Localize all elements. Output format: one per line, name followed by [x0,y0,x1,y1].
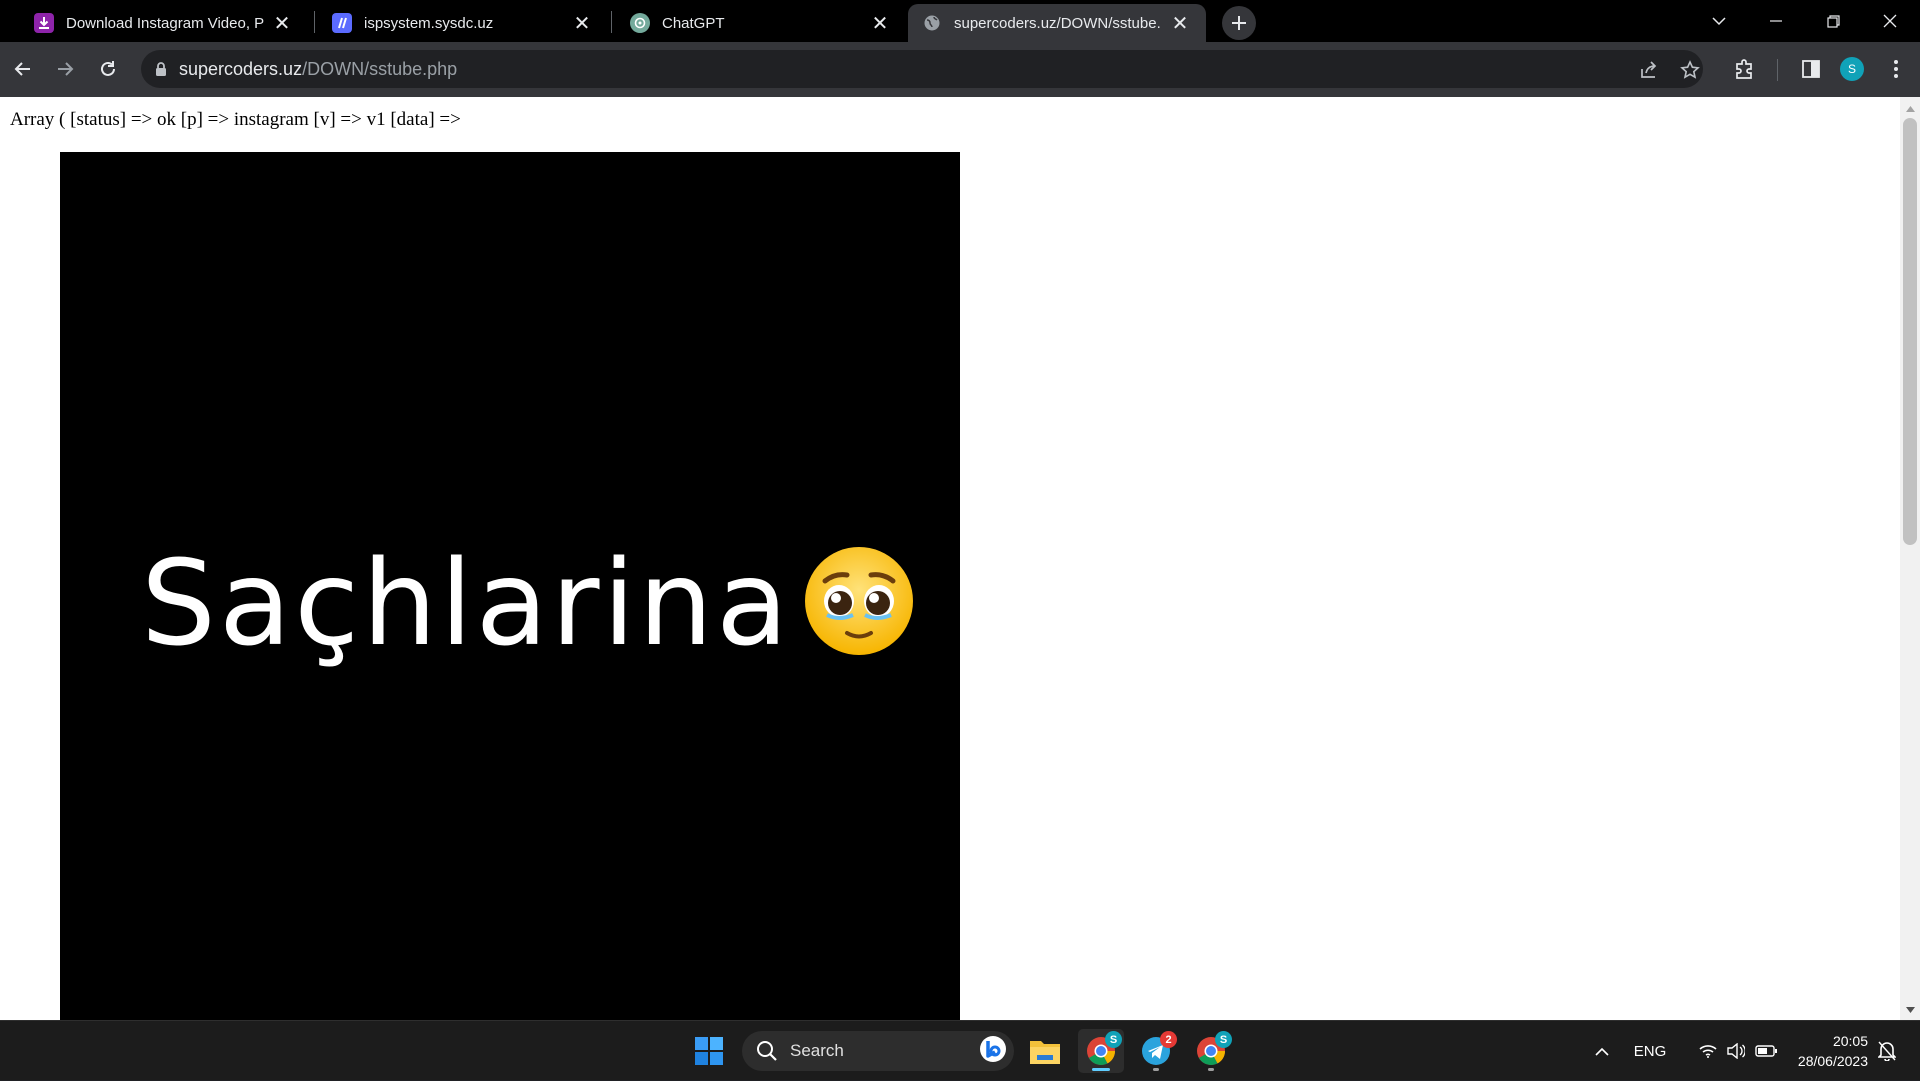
clock-date: 28/06/2023 [1797,1053,1868,1069]
globe-icon [922,13,942,33]
url-host: supercoders.uz [179,58,303,79]
side-panel-icon [1802,60,1820,78]
tab-strip: Download Instagram Video, Ph ✕ ispsystem… [0,0,1920,42]
forward-button[interactable] [48,52,82,86]
chevron-up-icon [1595,1047,1609,1056]
search-icon [757,1041,777,1061]
close-icon [1883,14,1897,28]
search-label: Search [790,1041,844,1060]
address-bar[interactable]: supercoders.uz/DOWN/sstube.php [141,50,1703,88]
restore-icon [1826,14,1840,28]
lock-icon[interactable] [155,62,167,76]
php-array-output: Array ( [status] => ok [p] => instagram … [10,109,461,130]
share-icon[interactable] [1638,59,1660,81]
minimize-button[interactable] [1748,0,1804,42]
plus-icon [1232,16,1246,30]
start-button[interactable] [686,1029,732,1073]
scroll-down-arrow-icon[interactable] [1904,1004,1916,1016]
page-content: Array ( [status] => ok [p] => instagram … [0,97,1900,1020]
show-hidden-icons-button[interactable] [1588,1021,1616,1081]
running-app-indicator [1208,1068,1214,1071]
tab-close-icon[interactable]: ✕ [270,11,294,35]
tab-chatgpt[interactable]: ChatGPT ✕ [616,4,906,42]
tab-download-instagram[interactable]: Download Instagram Video, Ph ✕ [20,4,308,42]
address-url: supercoders.uz/DOWN/sstube.php [179,59,457,80]
menu-button[interactable] [1882,55,1910,83]
url-path: /DOWN/sstube.php [302,58,458,79]
more-vert-icon [1894,60,1898,78]
telegram-icon[interactable]: 2 [1133,1029,1179,1073]
reload-icon [101,61,115,76]
chrome-profile-s-icon[interactable]: S [1078,1029,1124,1073]
minimize-icon [1770,20,1782,22]
scrollbar-thumb[interactable] [1903,118,1917,545]
chevron-down-icon [1712,17,1726,26]
tab-ispsystem[interactable]: ispsystem.sysdc.uz ✕ [318,4,608,42]
active-app-indicator [1092,1068,1110,1071]
chrome-profile-s-icon-2[interactable]: S [1188,1029,1234,1073]
taskbar-clock[interactable]: 20:05 28/06/2023 [1772,1031,1868,1071]
arrow-right-icon [58,62,74,76]
puzzle-icon [1736,59,1752,79]
clock-time: 20:05 [1832,1033,1868,1049]
back-button[interactable] [6,52,40,86]
bookmark-star-icon[interactable] [1679,59,1701,81]
tab-close-icon[interactable]: ✕ [570,11,594,35]
close-window-button[interactable] [1862,0,1918,42]
tab-title: ispsystem.sysdc.uz [364,14,494,32]
telegram-unread-badge: 2 [1160,1031,1177,1048]
tab-title: Download Instagram Video, Ph [66,14,264,32]
instagram-video[interactable]: Saçhlarina [60,152,960,1020]
chatgpt-icon [630,13,650,33]
toolbar-divider [1777,59,1778,81]
tab-title: supercoders.uz/DOWN/sstube. [954,14,1161,32]
ispsystem-icon [332,13,352,33]
tab-close-icon[interactable]: ✕ [1168,11,1192,35]
video-caption-text: Saçhlarina [141,534,792,672]
tab-supercoders[interactable]: supercoders.uz/DOWN/sstube. ✕ [908,4,1206,42]
tab-separator [314,11,315,33]
running-app-indicator [1153,1068,1159,1071]
reload-button[interactable] [91,52,125,86]
download-icon [34,13,54,33]
chrome-profile-badge: S [1105,1031,1122,1048]
tab-separator [611,11,612,33]
scroll-up-arrow-icon[interactable] [1904,103,1916,115]
notification-bell-icon [1878,1041,1896,1061]
windows-taskbar: Search S 2 S ENG 20:05 28/06/2023 [0,1020,1920,1080]
volume-icon [1727,1043,1745,1059]
pleading-face-emoji-icon [803,545,915,662]
browser-toolbar: supercoders.uz/DOWN/sstube.php S [0,42,1920,97]
tab-search-button[interactable] [1691,0,1747,42]
restore-button[interactable] [1805,0,1861,42]
profile-avatar[interactable]: S [1840,57,1864,81]
video-caption: Saçhlarina [141,544,915,662]
arrow-left-icon [14,62,30,76]
tab-title: ChatGPT [662,14,725,32]
notification-center-button[interactable] [1872,1021,1902,1081]
file-explorer-icon[interactable] [1022,1029,1068,1073]
windows-logo-icon [695,1037,723,1065]
wifi-icon [1699,1045,1717,1058]
tab-close-icon[interactable]: ✕ [868,11,892,35]
chrome-profile-badge: S [1215,1031,1232,1048]
input-language-indicator[interactable]: ENG [1628,1021,1672,1081]
extensions-button[interactable] [1731,55,1759,83]
taskbar-search[interactable]: Search [742,1031,1014,1071]
new-tab-button[interactable] [1222,6,1256,40]
bing-chat-icon[interactable] [978,1034,1008,1069]
side-panel-button[interactable] [1797,55,1825,83]
